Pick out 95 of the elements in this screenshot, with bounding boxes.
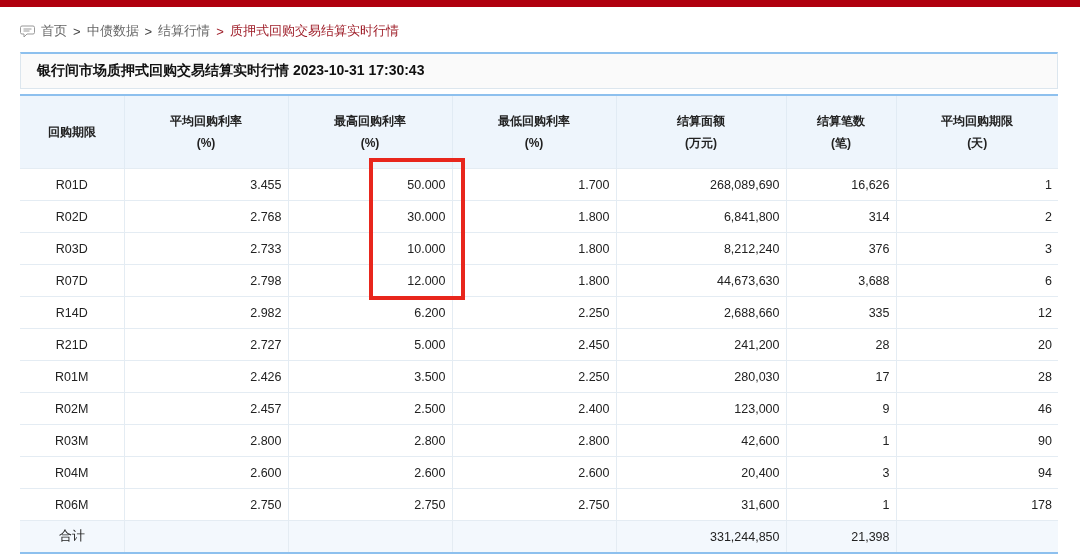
table-cell: 2.750	[288, 488, 452, 521]
breadcrumb-link[interactable]: 中债数据	[86, 22, 139, 40]
breadcrumb-separator: >	[73, 23, 81, 39]
table-cell: 2.400	[452, 392, 616, 425]
table-cell: 21,398	[786, 520, 896, 553]
table-cell: 合计	[20, 520, 124, 553]
table-cell: 123,000	[616, 392, 786, 425]
table-cell: 5.000	[288, 328, 452, 361]
speech-bubble-icon	[20, 24, 35, 38]
table-cell: 31,600	[616, 488, 786, 521]
table-cell: 10.000	[288, 232, 452, 265]
table-cell: 2.727	[124, 328, 288, 361]
table-cell: 2.250	[452, 360, 616, 393]
table-cell: 28	[896, 360, 1058, 393]
table-cell: 94	[896, 456, 1058, 489]
table-cell: 17	[786, 360, 896, 393]
table-cell: 376	[786, 232, 896, 265]
table-cell: 2.426	[124, 360, 288, 393]
table-cell: R01D	[20, 168, 124, 201]
table-cell: 2.800	[288, 424, 452, 457]
table-cell: 1.800	[452, 200, 616, 233]
table-cell: R14D	[20, 296, 124, 329]
table-cell: R03M	[20, 424, 124, 457]
table-cell: 12	[896, 296, 1058, 329]
table-cell: 90	[896, 424, 1058, 457]
page-title: 银行间市场质押式回购交易结算实时行情 2023-10-31 17:30:43	[37, 62, 425, 80]
table-cell: 1.800	[452, 232, 616, 265]
table-cell: 3	[786, 456, 896, 489]
table-cell: 280,030	[616, 360, 786, 393]
table-cell: 20,400	[616, 456, 786, 489]
table-cell: 1	[896, 168, 1058, 201]
table-cell: R21D	[20, 328, 124, 361]
table-cell: 2.800	[452, 424, 616, 457]
table-cell: 2.733	[124, 232, 288, 265]
table-cell: 178	[896, 488, 1058, 521]
table-cell: 28	[786, 328, 896, 361]
table-cell: 2.750	[124, 488, 288, 521]
table-cell: 30.000	[288, 200, 452, 233]
table-cell: 2.750	[452, 488, 616, 521]
table-cell: 6	[896, 264, 1058, 297]
table-cell: 1	[786, 424, 896, 457]
breadcrumb-link[interactable]: 结算行情	[158, 22, 211, 40]
table-cell: 1.800	[452, 264, 616, 297]
breadcrumb-link[interactable]: 首页	[41, 22, 67, 40]
table-cell: 2.450	[452, 328, 616, 361]
table-cell: 16,626	[786, 168, 896, 201]
table-cell: 2.798	[124, 264, 288, 297]
table-cell: 42,600	[616, 424, 786, 457]
table-cell: R06M	[20, 488, 124, 521]
table-cell: 50.000	[288, 168, 452, 201]
table-cell: 2.982	[124, 296, 288, 329]
table-cell: 46	[896, 392, 1058, 425]
column-header: 平均回购期限 (天)	[896, 95, 1058, 169]
table-cell: 1.700	[452, 168, 616, 201]
column-header: 平均回购利率 (%)	[124, 95, 288, 169]
table-cell: 44,673,630	[616, 264, 786, 297]
table-cell: R07D	[20, 264, 124, 297]
table-cell: R02M	[20, 392, 124, 425]
table-cell: 2.600	[124, 456, 288, 489]
table-cell: 3.455	[124, 168, 288, 201]
table-cell: 1	[786, 488, 896, 521]
column-header: 结算面额 (万元)	[616, 95, 786, 169]
table-cell: 2.600	[288, 456, 452, 489]
breadcrumb-link[interactable]: 质押式回购交易结算实时行情	[229, 22, 399, 40]
table-cell: 314	[786, 200, 896, 233]
table-cell: 3.500	[288, 360, 452, 393]
breadcrumb-separator: >	[144, 23, 153, 39]
table-cell: 6,841,800	[616, 200, 786, 233]
table-cell: 8,212,240	[616, 232, 786, 265]
table-cell: R03D	[20, 232, 124, 265]
table-cell: 2.457	[124, 392, 288, 425]
table-cell: 2.600	[452, 456, 616, 489]
table-cell: 331,244,850	[616, 520, 786, 553]
table-cell: 2.800	[124, 424, 288, 457]
table-cell: R04M	[20, 456, 124, 489]
breadcrumb-separator: >	[216, 23, 224, 39]
table-cell: 6.200	[288, 296, 452, 329]
table-cell: 241,200	[616, 328, 786, 361]
table-cell: 268,089,690	[616, 168, 786, 201]
table-cell: 2,688,660	[616, 296, 786, 329]
table-cell: R02D	[20, 200, 124, 233]
table-cell: 2.250	[452, 296, 616, 329]
column-header: 最低回购利率 (%)	[452, 95, 616, 169]
table-cell: 3	[896, 232, 1058, 265]
table-cell: 20	[896, 328, 1058, 361]
table-cell: 3,688	[786, 264, 896, 297]
table-cell: 335	[786, 296, 896, 329]
table-cell: 9	[786, 392, 896, 425]
table-cell: R01M	[20, 360, 124, 393]
table-cell: 2.500	[288, 392, 452, 425]
table-cell: 2.768	[124, 200, 288, 233]
column-header: 结算笔数 (笔)	[786, 95, 896, 169]
column-header: 回购期限	[20, 95, 124, 169]
table-cell: 2	[896, 200, 1058, 233]
column-header: 最高回购利率 (%)	[288, 95, 452, 169]
